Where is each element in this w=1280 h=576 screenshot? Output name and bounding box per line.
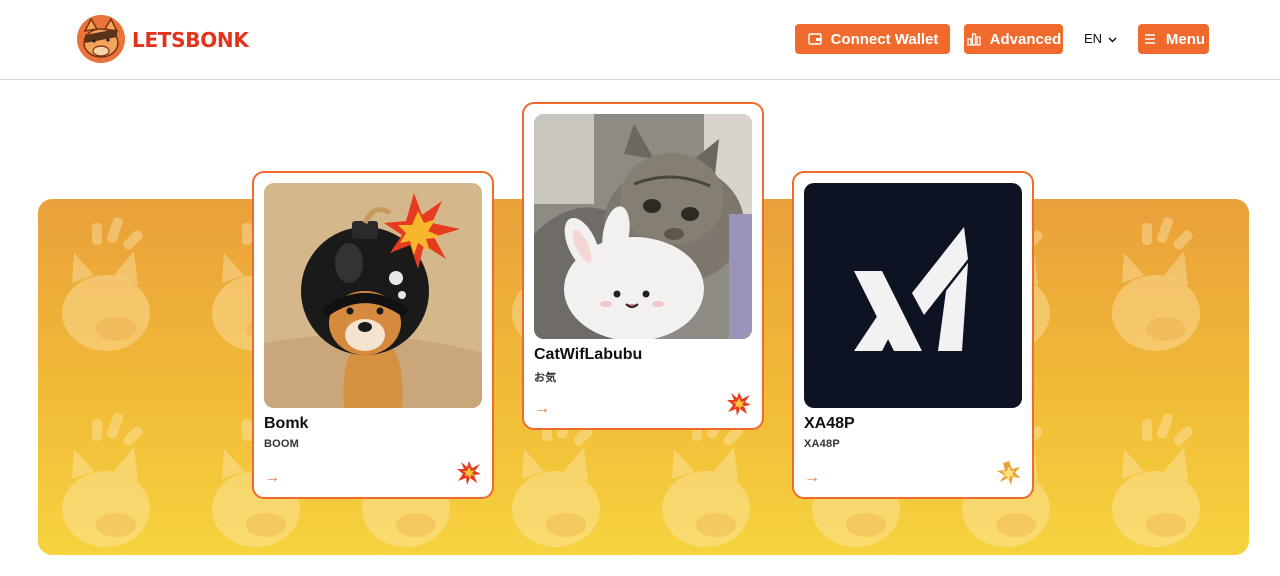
language-selector[interactable]: EN — [1084, 31, 1117, 46]
star-burst-icon — [996, 460, 1022, 486]
token-name: CatWifLabubu — [534, 346, 643, 363]
token-ticker: お気 — [534, 372, 557, 384]
token-image — [264, 183, 482, 408]
dog-pattern-motif — [62, 413, 150, 547]
brand-name[interactable]: LETSBONK — [132, 28, 249, 52]
token-card[interactable]: Bomk BOOM → — [252, 171, 494, 499]
token-card[interactable]: XA48P XA48P → — [792, 171, 1034, 499]
menu-label: Menu — [1165, 30, 1206, 48]
bar-chart-icon — [966, 31, 982, 47]
language-label: EN — [1084, 31, 1103, 46]
wallet-icon — [807, 31, 823, 47]
dog-pattern-motif — [1112, 413, 1200, 547]
dog-pattern-motif — [662, 413, 750, 547]
explosion-icon — [726, 391, 752, 417]
top-header: LETSBONK Connect Wallet Advanced EN Menu — [0, 0, 1280, 80]
connect-wallet-label: Connect Wallet — [830, 30, 939, 48]
token-image — [534, 114, 752, 339]
dog-pattern-motif — [512, 413, 600, 547]
bonk-logo[interactable] — [77, 15, 125, 63]
arrow-right-icon[interactable]: → — [804, 469, 820, 487]
explosion-icon — [456, 460, 482, 486]
dog-pattern-motif — [1112, 217, 1200, 351]
token-name: Bomk — [264, 415, 309, 432]
menu-button[interactable]: Menu — [1138, 24, 1209, 54]
dog-pattern-motif — [62, 217, 150, 351]
advanced-button[interactable]: Advanced — [964, 24, 1063, 54]
token-ticker: BOOM — [264, 438, 300, 450]
token-image — [804, 183, 1022, 408]
arrow-right-icon[interactable]: → — [534, 400, 550, 418]
arrow-right-icon[interactable]: → — [264, 469, 280, 487]
chevron-down-icon — [1108, 31, 1117, 46]
advanced-label: Advanced — [989, 30, 1062, 48]
hamburger-icon — [1142, 31, 1158, 47]
token-name: XA48P — [804, 415, 855, 432]
token-ticker: XA48P — [804, 438, 840, 450]
token-card[interactable]: CatWifLabubu お気 → — [522, 102, 764, 430]
connect-wallet-button[interactable]: Connect Wallet — [795, 24, 950, 54]
